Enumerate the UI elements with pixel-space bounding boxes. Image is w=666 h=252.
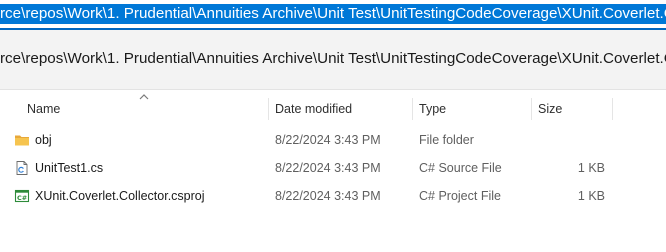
file-size: 1 KB xyxy=(577,189,605,203)
file-row-csproj[interactable]: C# XUnit.Coverlet.Collector.csproj 8/22/… xyxy=(0,183,666,209)
file-name: XUnit.Coverlet.Collector.csproj xyxy=(35,189,205,203)
file-type: C# Source File xyxy=(419,161,502,175)
svg-text:C#: C# xyxy=(17,194,27,202)
column-header-date-modified[interactable]: Date modified xyxy=(269,96,411,122)
file-row-unittest1-cs[interactable]: UnitTest1.cs 8/22/2024 3:43 PM C# Source… xyxy=(0,155,666,181)
address-bar[interactable]: rce\repos\Work\1. Prudential\Annuities A… xyxy=(0,0,666,30)
csharp-project-icon: C# xyxy=(14,189,30,203)
csharp-source-icon xyxy=(16,161,28,175)
folder-icon xyxy=(15,135,29,146)
file-date-modified: 8/22/2024 3:43 PM xyxy=(275,133,381,147)
column-header-size[interactable]: Size xyxy=(532,96,612,122)
address-suggestion-list: rce\repos\Work\1. Prudential\Annuities A… xyxy=(0,30,666,90)
address-bar-input[interactable]: rce\repos\Work\1. Prudential\Annuities A… xyxy=(0,4,666,24)
file-explorer-window: rce\repos\Work\1. Prudential\Annuities A… xyxy=(0,0,666,252)
file-type: File folder xyxy=(419,133,474,147)
file-date-modified: 8/22/2024 3:43 PM xyxy=(275,189,381,203)
column-header-type[interactable]: Type xyxy=(413,96,530,122)
file-type: C# Project File xyxy=(419,189,501,203)
file-name: UnitTest1.cs xyxy=(35,161,104,175)
file-date-modified: 8/22/2024 3:43 PM xyxy=(275,161,381,175)
file-size: 1 KB xyxy=(577,161,605,175)
file-name: obj xyxy=(35,133,52,147)
column-header-row: Name Date modified Type Size xyxy=(0,94,666,122)
column-divider[interactable] xyxy=(612,98,613,120)
file-row-obj[interactable]: obj 8/22/2024 3:43 PM File folder xyxy=(0,127,666,153)
file-size xyxy=(535,127,605,153)
address-suggestion-item[interactable]: rce\repos\Work\1. Prudential\Annuities A… xyxy=(0,48,666,70)
column-header-name[interactable]: Name xyxy=(21,96,267,122)
